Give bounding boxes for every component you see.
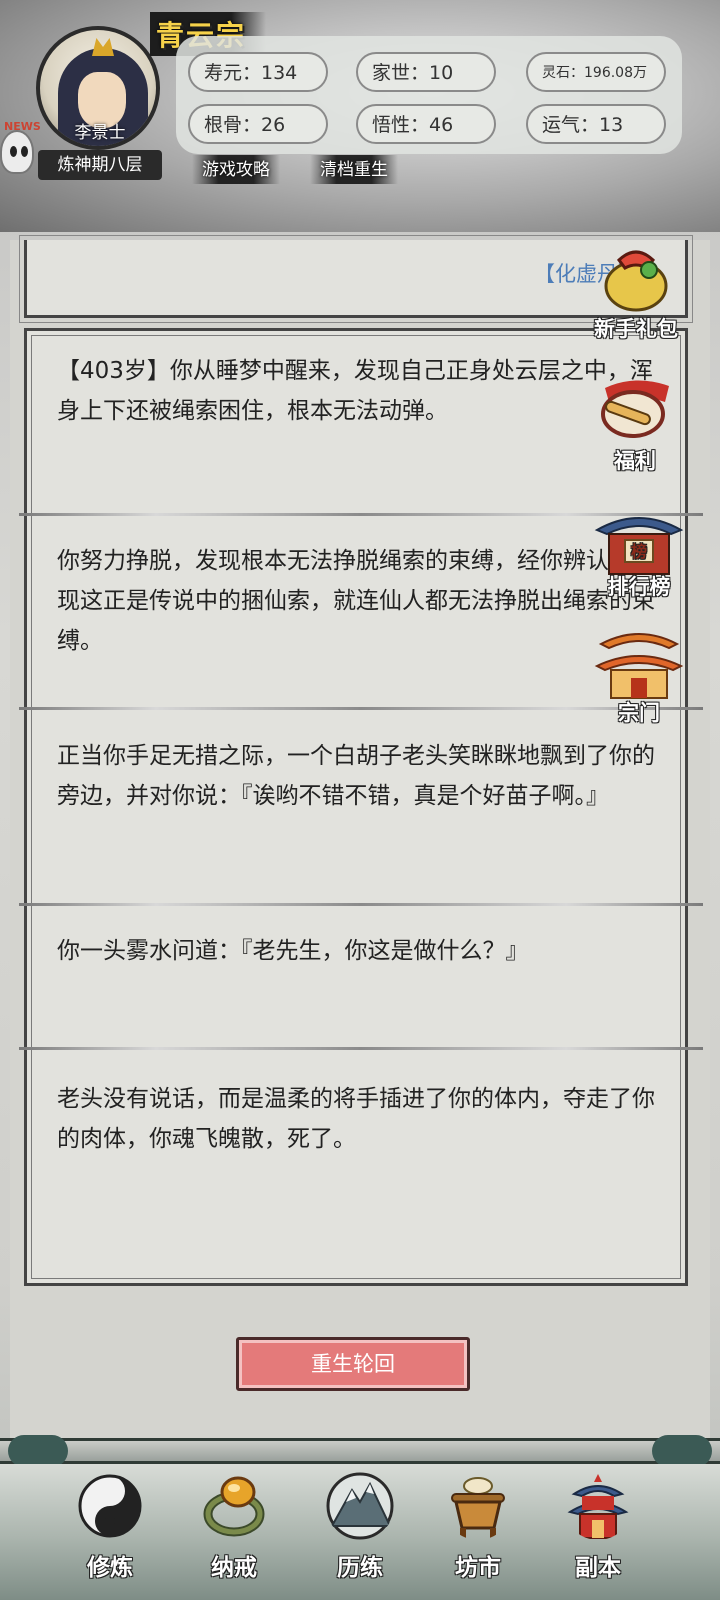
rebirth-button[interactable]: 重生轮回	[236, 1337, 470, 1391]
nav-market[interactable]: 坊市	[418, 1464, 538, 1600]
event-paragraph: 你努力挣脱，发现根本无法挣脱绳索的束缚，经你辨认，发现这正是传说中的捆仙索，就连…	[57, 548, 655, 654]
cultivation-realm: 炼神期八层	[38, 150, 162, 180]
yin-yang-icon	[78, 1474, 142, 1538]
nav-scroll-ornament	[0, 1435, 720, 1467]
stat-spirit-stones: 灵石：196.08万	[526, 52, 666, 92]
reset-save-link[interactable]: 清档重生	[310, 155, 398, 184]
player-name: 李景士	[74, 123, 126, 143]
event-paragraph: 【403岁】你从睡梦中醒来，发现自己正身处云层之中，浑身上下还被绳索困住，根本无…	[57, 358, 653, 424]
divider	[19, 903, 703, 906]
stat-family: 家世：10	[356, 52, 496, 92]
bottom-nav: 修炼 纳戒 历练 坊市 副本	[0, 1464, 720, 1600]
nav-adventure[interactable]: 历练	[300, 1464, 420, 1600]
welfare-button[interactable]: 福利	[592, 378, 678, 475]
gift-bag-icon	[604, 250, 668, 312]
pagoda-icon	[567, 1474, 629, 1539]
nav-label: 纳戒	[211, 1555, 257, 1581]
nav-dungeon[interactable]: 副本	[538, 1464, 658, 1600]
sect-label: 宗门	[618, 701, 660, 725]
nav-label: 历练	[337, 1555, 383, 1581]
event-paragraph: 老头没有说话，而是温柔的将手插进了你的体内，夺走了你的肉体，你魂飞魄散，死了。	[57, 1086, 655, 1152]
drum-icon	[601, 380, 669, 438]
divider	[19, 1047, 703, 1050]
nav-storage-ring[interactable]: 纳戒	[174, 1464, 294, 1600]
game-guide-link[interactable]: 游戏攻略	[192, 155, 280, 184]
event-log[interactable]: 【403岁】你从睡梦中醒来，发现自己正身处云层之中，浑身上下还被绳索困住，根本无…	[19, 328, 703, 1286]
cauldron-icon	[451, 1477, 505, 1538]
welfare-label: 福利	[614, 449, 656, 473]
nav-label: 修炼	[87, 1555, 133, 1581]
crown-icon	[92, 38, 114, 56]
player-header: NEWS 青云宗 李景士 炼神期八层 寿元：134 家世：10 灵石：196.0…	[0, 0, 720, 232]
nav-cultivation[interactable]: 修炼	[50, 1464, 170, 1600]
stat-comprehension: 悟性：46	[356, 104, 496, 144]
stat-luck: 运气：13	[526, 104, 666, 144]
event-paragraph: 正当你手足无措之际，一个白胡子老头笑眯眯地飘到了你的旁边，并对你说：『诶哟不错不…	[57, 743, 655, 809]
stats-panel: 寿元：134 家世：10 灵石：196.08万 根骨：26 悟性：46 运气：1…	[176, 36, 682, 154]
ring-icon	[203, 1476, 265, 1537]
newbie-gift-label: 新手礼包	[594, 317, 678, 341]
stat-root-bone: 根骨：26	[188, 104, 328, 144]
ranking-pavilion-icon: 榜	[594, 517, 684, 575]
ranking-sign-text: 榜	[631, 542, 647, 561]
news-mascot-icon[interactable]	[0, 130, 34, 174]
sect-hall-icon	[594, 633, 684, 699]
event-paragraph: 你一头雾水问道：『老先生，你这是做什么？』	[57, 938, 529, 964]
mountain-icon	[326, 1472, 394, 1540]
ranking-button[interactable]: 榜 排行榜	[588, 506, 690, 601]
sect-button[interactable]: 宗门	[590, 622, 688, 727]
nav-label: 坊市	[455, 1555, 501, 1581]
nav-label: 副本	[575, 1555, 621, 1581]
news-tag[interactable]: NEWS	[4, 120, 41, 133]
stat-lifespan: 寿元：134	[188, 52, 328, 92]
newbie-gift-button[interactable]: 新手礼包	[580, 240, 692, 343]
